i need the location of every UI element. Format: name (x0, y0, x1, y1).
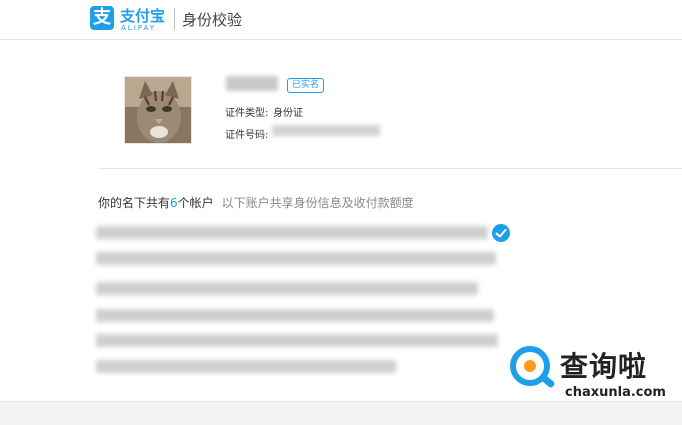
accounts-title-prefix: 你的名下共有 (98, 196, 171, 210)
id-type-value: 身份证 (273, 108, 303, 119)
watermark-logo-dot (524, 360, 536, 372)
check-icon (492, 224, 510, 242)
alipay-logo-text[interactable]: 支付宝 (120, 5, 165, 26)
alipay-logo-subtext: ALIPAY (121, 24, 157, 32)
page-title: 身份校验 (182, 11, 243, 29)
avatar (124, 76, 192, 144)
account-row-redacted[interactable] (96, 282, 478, 295)
account-row-redacted[interactable] (96, 360, 396, 373)
account-name-redacted (226, 76, 278, 91)
id-number-label: 证件号码: (225, 130, 269, 141)
footer-bar (0, 401, 682, 425)
account-row-redacted[interactable] (96, 252, 496, 265)
account-row-redacted[interactable] (96, 309, 494, 322)
id-number-redacted (272, 125, 380, 136)
section-divider (98, 168, 682, 169)
alipay-logo-icon[interactable]: 支 (90, 6, 114, 30)
identity-verification-page: 支 支付宝 ALIPAY 身份校验 已实名 证件类型: 身份证 证件号码: 你的… (0, 0, 682, 425)
accounts-note: 以下账户共享身份信息及收付款额度 (221, 196, 414, 210)
account-count: 6 (170, 196, 178, 210)
id-type-label: 证件类型: (225, 108, 269, 119)
header-divider (174, 8, 175, 30)
cat-avatar-image (125, 77, 191, 143)
account-row-redacted[interactable] (96, 226, 488, 239)
watermark-url: chaxunla.com (565, 385, 666, 400)
accounts-title-suffix: 个帐户 (177, 196, 214, 210)
accounts-summary: 你的名下共有6个帐户 以下账户共享身份信息及收付款额度 (98, 194, 414, 211)
verified-badge: 已实名 (287, 78, 325, 93)
watermark-brand: 查询啦 (560, 350, 648, 383)
account-row-redacted[interactable] (96, 334, 498, 347)
watermark-logo-tail (540, 374, 556, 389)
top-header: 支 支付宝 ALIPAY 身份校验 (0, 0, 682, 40)
